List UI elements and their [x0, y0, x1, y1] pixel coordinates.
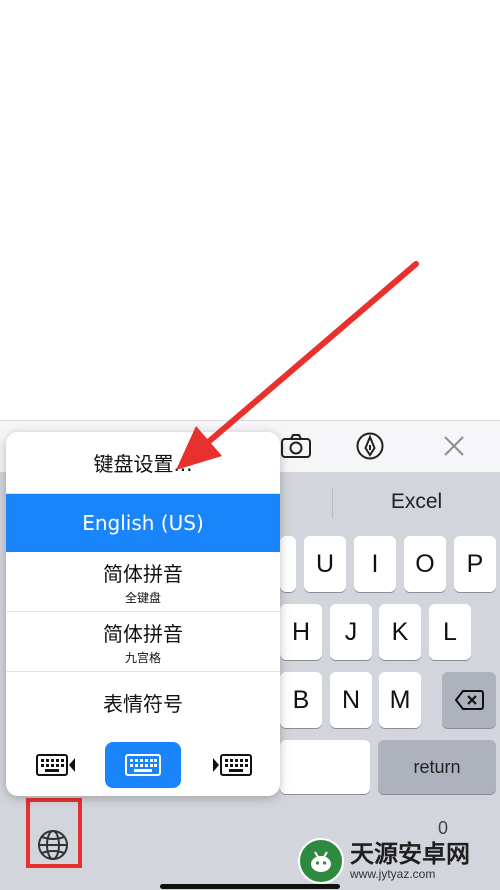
menu-item-pinyin-9key[interactable]: 简体拼音 九宫格	[6, 612, 280, 672]
menu-item-sublabel: 全键盘	[124, 590, 161, 605]
language-menu: 键盘设置... English (US) 简体拼音 全键盘 简体拼音 九宫格 表…	[6, 432, 280, 796]
home-indicator	[160, 884, 340, 889]
key-i[interactable]: I	[354, 536, 396, 592]
menu-item-label: 表情符号	[103, 691, 183, 716]
camera-icon[interactable]	[279, 429, 313, 463]
space-key[interactable]	[280, 740, 370, 794]
suggestion-word[interactable]: Excel	[333, 472, 500, 532]
layout-left-button[interactable]	[18, 742, 94, 788]
menu-item-pinyin-full[interactable]: 简体拼音 全键盘	[6, 552, 280, 612]
keyboard-right-icon	[213, 754, 252, 776]
menu-keyboard-settings[interactable]: 键盘设置...	[6, 432, 280, 494]
key-m[interactable]: M	[379, 672, 421, 728]
menu-item-sublabel: 九宫格	[124, 650, 161, 665]
layout-full-button[interactable]	[105, 742, 181, 788]
content-area	[0, 0, 500, 420]
menu-settings-label: 键盘设置...	[93, 452, 193, 476]
key-p[interactable]: P	[454, 536, 496, 592]
watermark: 天源安卓网 www.jytyaz.com	[298, 838, 470, 884]
keyboard-layout-options	[6, 732, 280, 796]
keyboard-left-icon	[36, 754, 75, 776]
key-j[interactable]: J	[330, 604, 372, 660]
close-icon[interactable]	[437, 429, 471, 463]
key-partial[interactable]	[280, 536, 296, 592]
globe-highlight-box	[26, 798, 82, 868]
menu-item-label: 简体拼音	[103, 621, 183, 646]
watermark-logo-icon	[298, 838, 344, 884]
menu-item-label: 简体拼音	[103, 561, 183, 586]
partial-key-char: 0	[438, 818, 449, 838]
key-h[interactable]: H	[280, 604, 322, 660]
keyboard-full-icon	[125, 754, 161, 776]
menu-item-english-us[interactable]: English (US)	[6, 494, 280, 552]
key-o[interactable]: O	[404, 536, 446, 592]
key-n[interactable]: N	[330, 672, 372, 728]
delete-key[interactable]	[442, 672, 496, 728]
key-b[interactable]: B	[280, 672, 322, 728]
key-u[interactable]: U	[304, 536, 346, 592]
key-k[interactable]: K	[379, 604, 421, 660]
layout-right-button[interactable]	[194, 742, 270, 788]
markup-pen-icon[interactable]	[353, 429, 387, 463]
menu-item-emoji[interactable]: 表情符号	[6, 672, 280, 732]
watermark-title: 天源安卓网	[350, 840, 470, 868]
key-l[interactable]: L	[429, 604, 471, 660]
return-key[interactable]: return	[378, 740, 496, 794]
menu-item-label: English (US)	[82, 511, 204, 535]
backspace-icon	[454, 690, 484, 710]
watermark-url: www.jytyaz.com	[350, 867, 436, 881]
